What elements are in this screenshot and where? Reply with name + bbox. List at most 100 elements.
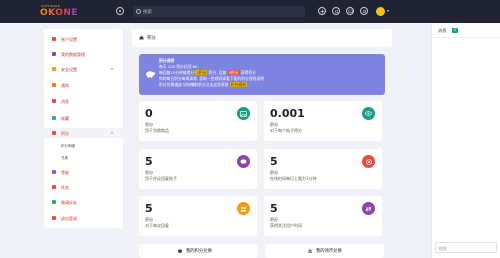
level-icon bbox=[52, 170, 56, 174]
swap-icon bbox=[362, 202, 375, 215]
stat-card: 0.001 积分 对于每个帖子得分 bbox=[264, 101, 382, 141]
chat-icon bbox=[237, 155, 250, 168]
unread-badge: 0 bbox=[452, 28, 458, 33]
sidebar-item-label: 积分明细 bbox=[61, 143, 75, 148]
coin-icon bbox=[52, 131, 56, 135]
bank-icon bbox=[308, 249, 312, 253]
input-placeholder: 搜索 bbox=[439, 245, 447, 251]
panel-title: 消息 bbox=[438, 28, 447, 33]
sidebar-item-data[interactable]: 我的数据管理 bbox=[44, 49, 123, 59]
sidebar-item-security[interactable]: 安全设置 bbox=[44, 64, 123, 74]
stat-desc: 对于每个帖子得分 bbox=[270, 128, 302, 133]
image-icon bbox=[237, 107, 250, 120]
stat-desc: 对于每次回复 bbox=[145, 223, 169, 228]
user-avatar[interactable] bbox=[376, 7, 385, 16]
sidebar-item-points[interactable]: 积分 bbox=[44, 128, 123, 138]
stat-value: 5 bbox=[145, 155, 153, 168]
bell-icon bbox=[52, 83, 56, 87]
search-icon bbox=[136, 8, 141, 14]
chevron-down-icon bbox=[111, 132, 113, 134]
sidebar-item-label: 收藏 bbox=[61, 115, 69, 121]
stat-card: 5 积分 获得关注用户时间 bbox=[264, 196, 382, 236]
banner-text: 积分, 回复 bbox=[208, 70, 227, 75]
sidebar-item-label: 邀请好友 bbox=[61, 199, 77, 205]
sidebar-item-logout[interactable]: 退出登录 bbox=[44, 213, 123, 223]
banner-tag: 2积分 bbox=[195, 70, 208, 75]
sidebar-item-account[interactable]: 账户设置 bbox=[44, 34, 123, 44]
site-logo[interactable]: SOFTWARE OKONE bbox=[40, 4, 79, 19]
stat-card: 5 积分 用于评论回复帖子 bbox=[139, 149, 257, 189]
add-icon[interactable] bbox=[318, 7, 326, 15]
collapse-menu-icon[interactable] bbox=[116, 7, 124, 15]
logout-icon bbox=[52, 216, 56, 220]
sidebar-item-notify[interactable]: 通知 bbox=[44, 80, 123, 90]
stat-card: 0 积分 用于兑换商品 bbox=[139, 101, 257, 141]
button-label: 我的领币兑换 bbox=[316, 249, 342, 254]
coin-exchange-button[interactable]: 我的领币兑换 bbox=[265, 244, 384, 258]
chevron-down-icon bbox=[111, 68, 113, 70]
sidebar-item-label: 退出登录 bbox=[61, 215, 77, 221]
sidebar-item-invite[interactable]: 邀请好友 bbox=[44, 197, 123, 207]
banner-tag: 5积分 bbox=[227, 70, 240, 75]
points-info-banner: 积分说明 每天 100 积分封顶 60 每回复10分钟能得分 2积分 积分, 回… bbox=[139, 54, 385, 95]
stat-desc: 在线时间每日上限为1分钟 bbox=[270, 176, 317, 181]
sidebar-item-label: 通知 bbox=[61, 82, 69, 88]
sidebar-item-label: 安全设置 bbox=[61, 66, 77, 72]
message-panel: 消息 0 bbox=[431, 23, 500, 258]
sidebar-item-level[interactable]: 等级 bbox=[44, 167, 123, 177]
sidebar-item-messages[interactable]: 消息 bbox=[44, 96, 123, 106]
banner-text: 积分兑换通道 如何赚取积分点击这里获取 bbox=[159, 82, 229, 87]
stat-value: 5 bbox=[270, 155, 278, 168]
bell-icon[interactable] bbox=[332, 7, 340, 15]
sidebar-subitem-points-detail[interactable]: 积分明细 bbox=[44, 141, 123, 151]
stat-value: 5 bbox=[145, 202, 153, 215]
settings-icon[interactable] bbox=[360, 7, 368, 15]
shield-icon bbox=[52, 67, 56, 71]
message-icon bbox=[52, 99, 56, 103]
group-icon bbox=[237, 202, 250, 215]
sidebar-item-label: 我的数据管理 bbox=[61, 51, 85, 57]
banner-text: 获得积分 bbox=[240, 70, 256, 75]
points-rules-link[interactable]: 积分规则 bbox=[229, 82, 247, 87]
sidebar-item-label: 消息 bbox=[61, 98, 69, 104]
sidebar-item-label: 任务 bbox=[61, 184, 69, 190]
panel-search-input[interactable]: 搜索 bbox=[435, 242, 497, 253]
sidebar-item-label: 积分 bbox=[61, 130, 69, 136]
sidebar-item-tasks[interactable]: 任务 bbox=[44, 182, 123, 192]
invite-icon bbox=[52, 200, 56, 204]
button-label: 我的积分兑换 bbox=[186, 249, 212, 254]
top-navbar: SOFTWARE OKONE 搜索 bbox=[0, 0, 500, 23]
banner-text: 每回复10分钟能得分 bbox=[159, 70, 195, 75]
sidebar: 账户设置 我的数据管理 安全设置 通知 消息 收藏 积分 积分明细 兑换 等级 … bbox=[44, 29, 123, 228]
chevron-down-icon[interactable] bbox=[387, 10, 389, 12]
sidebar-item-favorites[interactable]: 收藏 bbox=[44, 113, 123, 123]
record-icon bbox=[362, 155, 375, 168]
home-icon[interactable] bbox=[139, 35, 144, 40]
message-icon[interactable] bbox=[346, 7, 354, 15]
divider bbox=[432, 37, 500, 38]
points-exchange-button[interactable]: 我的积分兑换 bbox=[139, 244, 258, 258]
breadcrumb-current: 积分 bbox=[147, 36, 156, 41]
banner-line-4: 积分兑换通道 如何赚取积分点击这里获取 积分规则 bbox=[159, 82, 381, 88]
stat-desc: 获得关注用户时间 bbox=[270, 223, 302, 228]
sidebar-item-label: 等级 bbox=[61, 169, 69, 175]
stat-desc: 用于评论回复帖子 bbox=[145, 176, 177, 181]
stat-desc: 用于兑换商品 bbox=[145, 128, 169, 133]
stat-value: 0.001 bbox=[270, 107, 305, 120]
piggy-bank-icon bbox=[146, 71, 156, 78]
eye-icon bbox=[362, 107, 375, 120]
stat-value: 0 bbox=[145, 107, 153, 120]
gift-icon bbox=[178, 249, 182, 253]
stat-card: 5 积分 对于每次回复 bbox=[139, 196, 257, 236]
stat-value: 5 bbox=[270, 202, 278, 215]
sidebar-item-label: 兑换 bbox=[61, 155, 68, 160]
sidebar-subitem-exchange[interactable]: 兑换 bbox=[44, 153, 123, 163]
user-icon bbox=[52, 52, 56, 56]
stat-card: 5 积分 在线时间每日上限为1分钟 bbox=[264, 149, 382, 189]
search-placeholder: 搜索 bbox=[143, 10, 152, 15]
search-bar[interactable]: 搜索 bbox=[133, 6, 305, 17]
sidebar-item-label: 账户设置 bbox=[61, 36, 77, 42]
star-icon bbox=[52, 116, 56, 120]
logo-text: OKONE bbox=[40, 8, 79, 18]
task-icon bbox=[52, 185, 56, 189]
